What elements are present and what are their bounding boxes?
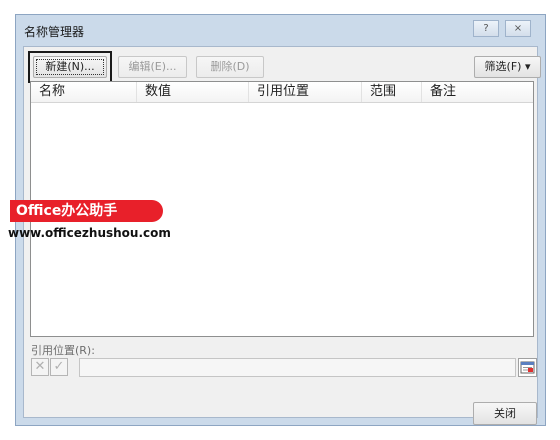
new-button[interactable]: 新建(N)...: [33, 56, 107, 78]
column-header-scope[interactable]: 范围: [362, 82, 422, 102]
list-header: 名称 数值 引用位置 范围 备注: [31, 82, 533, 103]
column-header-refers-to[interactable]: 引用位置: [249, 82, 362, 102]
refers-to-input[interactable]: [79, 358, 516, 377]
watermark-url: www.officezhushou.com: [8, 226, 171, 240]
edit-button[interactable]: 编辑(E)...: [118, 56, 187, 78]
collapse-dialog-icon[interactable]: [518, 358, 537, 377]
watermark-badge: Office办公助手: [10, 200, 163, 222]
refers-to-label: 引用位置(R):: [31, 344, 95, 357]
close-button[interactable]: 关闭: [473, 402, 537, 425]
help-button[interactable]: ?: [473, 20, 499, 37]
dialog-title: 名称管理器: [24, 25, 85, 39]
title-bar: 名称管理器 ? ×: [16, 15, 545, 47]
confirm-edit-icon[interactable]: ✓: [50, 358, 68, 376]
cancel-edit-icon[interactable]: ✕: [31, 358, 49, 376]
close-window-button[interactable]: ×: [505, 20, 531, 37]
delete-button[interactable]: 删除(D): [196, 56, 264, 78]
column-header-name[interactable]: 名称: [31, 82, 137, 102]
column-header-comment[interactable]: 备注: [422, 82, 535, 102]
column-header-value[interactable]: 数值: [137, 82, 249, 102]
filter-button[interactable]: 筛选(F) ▾: [474, 56, 541, 78]
